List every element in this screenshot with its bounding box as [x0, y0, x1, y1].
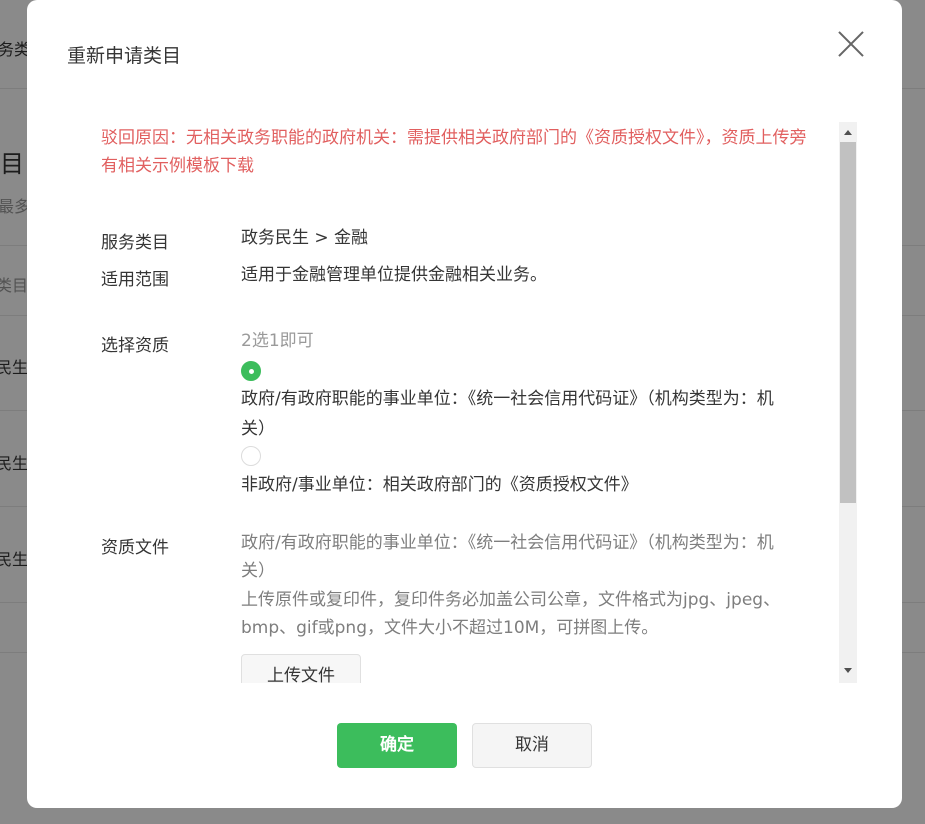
documents-requirements: 上传原件或复印件，复印件务必加盖公司公章，文件格式为jpg、jpeg、bmp、g… — [241, 590, 781, 638]
service-category-label: 服务类目 — [101, 233, 169, 253]
scroll-up-arrow-icon[interactable] — [844, 130, 852, 135]
service-category-value: 政务民生 > 金融 — [241, 228, 369, 248]
cancel-button[interactable]: 取消 — [472, 723, 592, 768]
close-icon[interactable] — [837, 30, 865, 58]
qualification-radio-nongov[interactable] — [241, 446, 261, 466]
documents-description: 政府/有政府职能的事业单位：《统一社会信用代码证》（机构类型为：机关） — [241, 533, 774, 581]
documents-label: 资质文件 — [101, 538, 169, 558]
qualification-option-gov[interactable]: 政府/有政府职能的事业单位：《统一社会信用代码证》（机构类型为：机关） — [241, 384, 781, 444]
dialog-scroll-area[interactable]: 驳回原因：无相关政务职能的政府机关：需提供相关政府部门的《资质授权文件》，资质上… — [93, 122, 858, 683]
qualification-label: 选择资质 — [101, 336, 169, 356]
scope-label: 适用范围 — [101, 270, 169, 290]
scope-value: 适用于金融管理单位提供金融相关业务。 — [241, 265, 547, 285]
scroll-down-arrow-icon[interactable] — [844, 668, 852, 673]
scrollbar-thumb[interactable] — [840, 142, 856, 503]
qualification-hint: 2选1即可 — [241, 331, 314, 351]
reapply-category-dialog: 重新申请类目 驳回原因：无相关政务职能的政府机关：需提供相关政府部门的《资质授权… — [27, 0, 902, 808]
upload-file-button[interactable]: 上传文件 — [241, 654, 361, 683]
confirm-button[interactable]: 确定 — [337, 723, 457, 768]
dialog-title: 重新申请类目 — [67, 45, 182, 67]
qualification-radio-gov[interactable] — [241, 361, 261, 381]
reject-reason: 驳回原因：无相关政务职能的政府机关：需提供相关政府部门的《资质授权文件》，资质上… — [101, 128, 807, 176]
dialog-scrollbar[interactable] — [839, 122, 857, 683]
qualification-option-nongov[interactable]: 非政府/事业单位：相关政府部门的《资质授权文件》 — [241, 470, 801, 500]
